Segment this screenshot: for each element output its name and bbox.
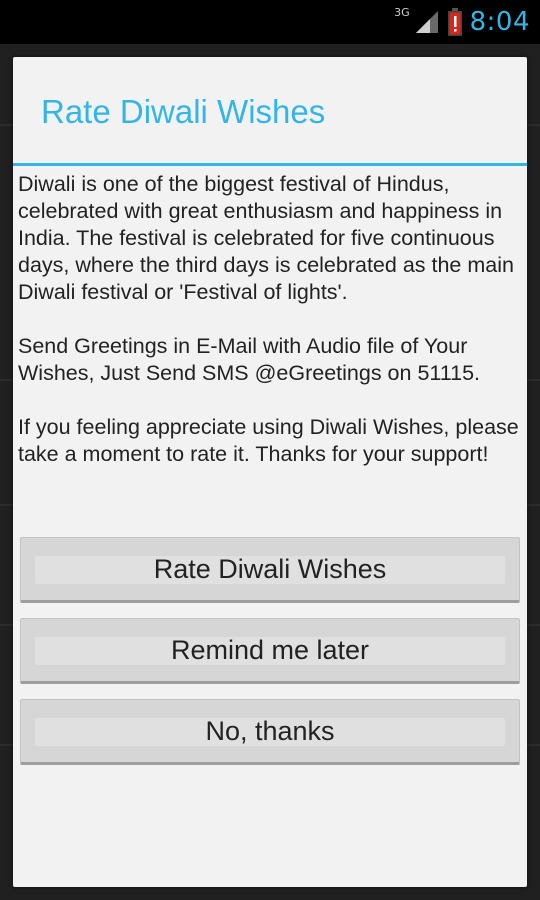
dialog-message: Diwali is one of the biggest festival of…: [18, 171, 526, 468]
clock: 8:04: [469, 7, 530, 37]
battery-alert-icon: [447, 8, 462, 36]
status-bar: 3G 8:04: [0, 0, 540, 44]
network-type-label: 3G: [394, 5, 410, 19]
rate-button[interactable]: Rate Diwali Wishes: [20, 537, 520, 603]
no-thanks-button-label: No, thanks: [205, 715, 335, 746]
rate-dialog: Rate Diwali Wishes Diwali is one of the …: [13, 57, 527, 887]
message-paragraph: If you feeling appreciate using Diwali W…: [18, 415, 519, 466]
message-paragraph: Diwali is one of the biggest festival of…: [18, 172, 514, 304]
rate-button-label: Rate Diwali Wishes: [153, 553, 387, 584]
signal-icon: [415, 11, 438, 33]
remind-later-button[interactable]: Remind me later: [20, 618, 520, 684]
message-paragraph: Send Greetings in E-Mail with Audio file…: [18, 334, 481, 385]
no-thanks-button[interactable]: No, thanks: [20, 699, 520, 765]
dialog-title: Rate Diwali Wishes: [41, 93, 326, 130]
title-divider: [13, 163, 527, 166]
status-icons: 3G 8:04: [390, 0, 530, 44]
remind-later-button-label: Remind me later: [170, 634, 370, 665]
